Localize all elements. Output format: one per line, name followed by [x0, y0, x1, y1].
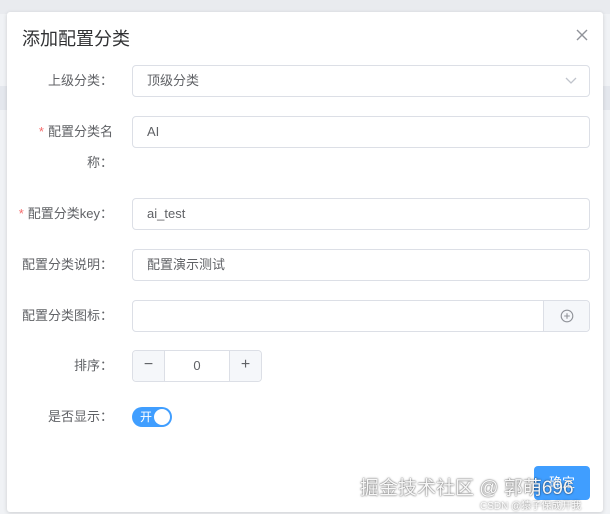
show-toggle[interactable]: 开	[132, 407, 172, 427]
category-key-label-text: 配置分类key：	[27, 206, 113, 221]
add-config-category-dialog: 添加配置分类 上级分类： 顶级分类 * 配置分类名 称： AI * 配置分类key：…	[7, 12, 603, 512]
category-icon-label: 配置分类图标：	[21, 308, 113, 323]
category-key-value: ai_test	[147, 206, 186, 221]
dialog-title: 添加配置分类	[22, 29, 130, 49]
icon-picker-button[interactable]	[543, 301, 589, 331]
plus-circle-icon	[560, 309, 574, 323]
parent-category-select[interactable]: 顶级分类	[132, 65, 590, 97]
sort-label: 排序：	[73, 358, 113, 373]
switch-knob	[154, 409, 170, 425]
close-icon[interactable]	[575, 28, 589, 42]
required-mark: *	[38, 124, 44, 139]
category-name-label-line1: 配置分类名	[47, 124, 113, 139]
show-label: 是否显示：	[47, 409, 113, 424]
category-key-input[interactable]: ai_test	[132, 198, 590, 230]
category-icon-input[interactable]	[132, 300, 590, 332]
parent-category-value: 顶级分类	[147, 73, 200, 88]
category-name-label: * 配置分类名	[39, 122, 113, 142]
sort-value[interactable]: 0	[165, 351, 229, 381]
decrement-button[interactable]: −	[133, 351, 165, 381]
category-desc-input[interactable]: 配置演示测试	[132, 249, 590, 281]
chevron-down-icon	[565, 77, 577, 84]
required-mark: *	[18, 206, 24, 221]
category-key-label: * 配置分类key：	[19, 204, 113, 224]
category-desc-value: 配置演示测试	[147, 257, 226, 272]
category-desc-label: 配置分类说明：	[21, 257, 113, 272]
parent-category-label: 上级分类：	[47, 73, 113, 88]
watermark-text: 掘金技术社区 @ 郭萌696	[360, 478, 574, 499]
watermark-subtext: CSDN @猿子保成开我	[480, 501, 582, 512]
category-name-input[interactable]: AI	[132, 116, 590, 148]
category-name-value: AI	[147, 124, 160, 139]
sort-stepper[interactable]: − 0 +	[132, 350, 262, 382]
switch-text: 开	[140, 410, 153, 424]
category-name-label-line2: 称：	[86, 155, 113, 170]
increment-button[interactable]: +	[229, 351, 261, 381]
